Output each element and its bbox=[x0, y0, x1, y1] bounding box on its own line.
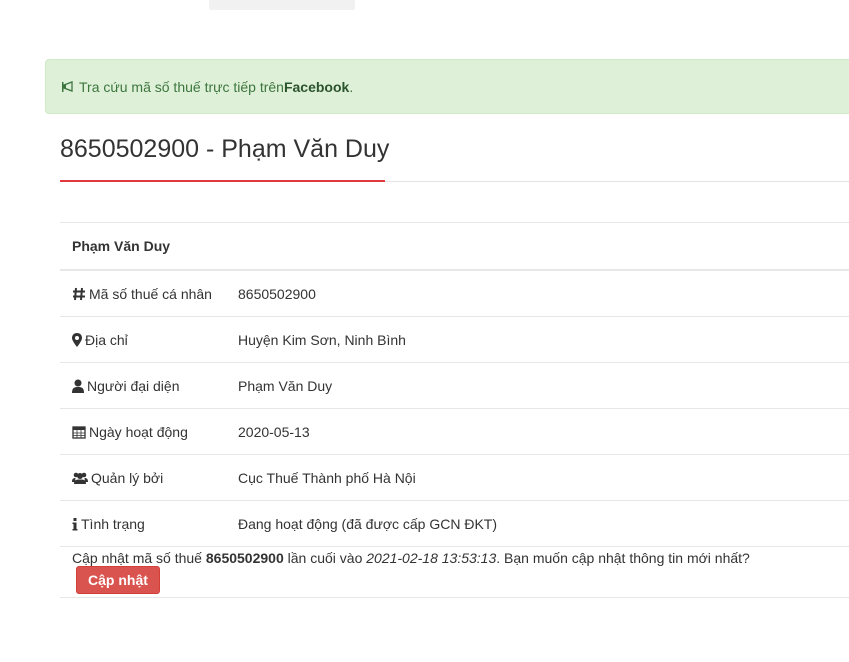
table-header-row: Phạm Văn Duy bbox=[60, 222, 849, 271]
update-button[interactable]: Cập nhật bbox=[76, 566, 160, 594]
company-info-table: Phạm Văn Duy Mã số thuế cá nhân 86505029… bbox=[60, 222, 849, 598]
table-row: Tình trạng Đang hoạt động (đã được cấp G… bbox=[60, 500, 849, 547]
label-representative: Người đại diện bbox=[87, 377, 180, 394]
table-header-name: Phạm Văn Duy bbox=[60, 222, 849, 271]
update-middle: lần cuối vào bbox=[283, 550, 367, 566]
top-tab-stub bbox=[209, 0, 355, 10]
label-status: Tình trạng bbox=[81, 515, 145, 532]
update-suffix: . Bạn muốn cập nhật thông tin mới nhất? bbox=[496, 550, 750, 566]
info-icon bbox=[72, 517, 78, 531]
update-row: Cập nhật mã số thuế 8650502900 lần cuối … bbox=[60, 546, 849, 598]
label-cell: Địa chỉ bbox=[60, 316, 226, 363]
value-tax-code: 8650502900 bbox=[226, 269, 849, 317]
label-cell: Tình trạng bbox=[60, 500, 226, 547]
update-tax-code: 8650502900 bbox=[205, 550, 284, 566]
label-tax-code: Mã số thuế cá nhân bbox=[89, 285, 212, 302]
value-managed-by: Cục Thuế Thành phố Hà Nội bbox=[226, 454, 849, 501]
label-managed-by: Quản lý bởi bbox=[91, 469, 164, 486]
table-row: Người đại diện Phạm Văn Duy bbox=[60, 362, 849, 409]
table-row: Ngày hoạt động 2020-05-13 bbox=[60, 408, 849, 455]
title-accent-underline bbox=[60, 180, 385, 182]
table-row: Địa chỉ Huyện Kim Sơn, Ninh Bình bbox=[60, 316, 849, 363]
label-cell: Ngày hoạt động bbox=[60, 408, 226, 455]
bullhorn-icon bbox=[61, 80, 75, 94]
label-start-date: Ngày hoạt động bbox=[89, 423, 188, 440]
label-cell: Người đại diện bbox=[60, 362, 226, 409]
page-title: 8650502900 - Phạm Văn Duy bbox=[60, 135, 390, 163]
calendar-icon bbox=[72, 425, 86, 439]
update-timestamp: 2021-02-18 13:53:13 bbox=[366, 550, 497, 566]
alert-suffix: . bbox=[349, 78, 354, 95]
value-status: Đang hoạt động (đã được cấp GCN ĐKT) bbox=[226, 500, 849, 547]
update-text: Cập nhật mã số thuế 8650502900 lần cuối … bbox=[60, 546, 849, 598]
table-row: Quản lý bởi Cục Thuế Thành phố Hà Nội bbox=[60, 454, 849, 501]
value-representative: Phạm Văn Duy bbox=[226, 362, 849, 409]
hash-icon bbox=[72, 287, 86, 301]
value-start-date: 2020-05-13 bbox=[226, 408, 849, 455]
label-address: Địa chỉ bbox=[85, 331, 128, 348]
value-address: Huyện Kim Sơn, Ninh Bình bbox=[226, 316, 849, 363]
facebook-alert: Tra cứu mã số thuế trực tiếp trên Facebo… bbox=[45, 59, 849, 114]
users-icon bbox=[72, 471, 88, 485]
update-prefix: Cập nhật mã số thuế bbox=[72, 550, 206, 566]
label-cell: Quản lý bởi bbox=[60, 454, 226, 501]
label-cell: Mã số thuế cá nhân bbox=[60, 269, 226, 317]
table-row: Mã số thuế cá nhân 8650502900 bbox=[60, 269, 849, 317]
map-marker-icon bbox=[72, 332, 82, 347]
user-icon bbox=[72, 379, 84, 393]
facebook-link[interactable]: Facebook bbox=[284, 79, 349, 95]
alert-text: Tra cứu mã số thuế trực tiếp trên bbox=[79, 78, 284, 95]
